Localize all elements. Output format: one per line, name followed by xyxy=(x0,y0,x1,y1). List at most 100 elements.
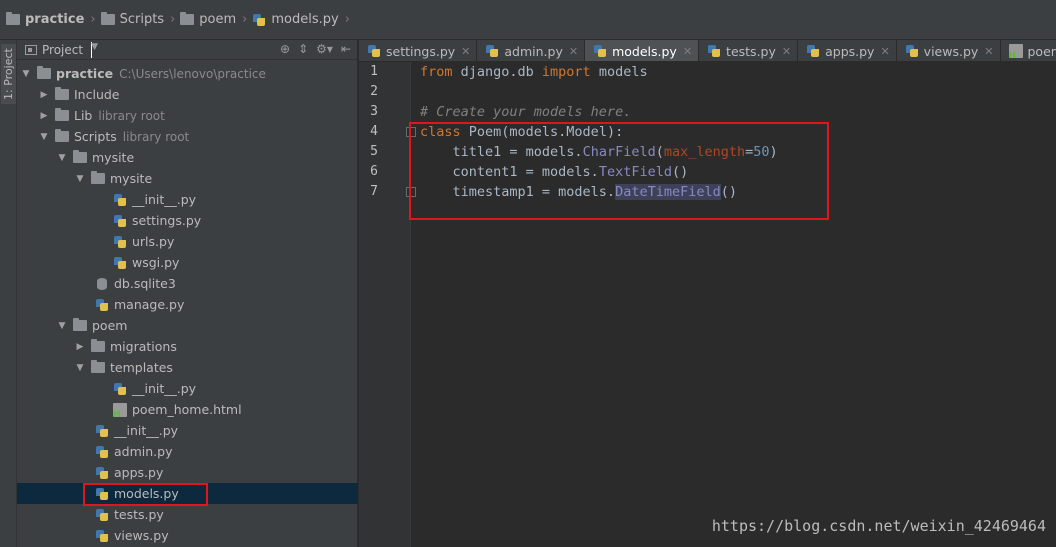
close-icon[interactable]: ✕ xyxy=(569,45,578,58)
python-file-icon xyxy=(95,298,109,312)
expanded-arrow-icon[interactable]: ▼ xyxy=(39,132,49,142)
breadcrumb-models-py[interactable]: models.py xyxy=(252,8,342,32)
python-file-icon xyxy=(367,44,381,58)
tab-tests-py[interactable]: tests.py ✕ xyxy=(699,40,799,61)
code-editor[interactable]: 1 2 3 4 5 6 7 from django.db import mode… xyxy=(359,62,1056,547)
python-file-icon xyxy=(806,44,820,58)
close-icon[interactable]: ✕ xyxy=(880,45,889,58)
package-folder-icon xyxy=(91,171,105,184)
hide-panel-icon[interactable]: ⇤ xyxy=(341,42,351,56)
tab-apps-py[interactable]: apps.py ✕ xyxy=(798,40,897,61)
navigation-breadcrumb: practice › Scripts › poem › models.py › xyxy=(0,0,1056,40)
tree-item-tests-py[interactable]: tests.py xyxy=(17,504,358,525)
project-panel: Project ▼ ⊕ ⇕ ⚙▾ ⇤ ▼ practice C:\Users\l… xyxy=(17,40,358,547)
tree-item-wsgi-py[interactable]: wsgi.py xyxy=(17,252,358,273)
tree-item-scripts[interactable]: ▼ Scripts library root xyxy=(17,126,358,147)
tree-item-templates-init-py[interactable]: __init__.py xyxy=(17,378,358,399)
tree-item-poem-init-py[interactable]: __init__.py xyxy=(17,420,358,441)
folder-icon xyxy=(37,66,51,79)
line-number: 4 xyxy=(370,124,378,139)
code-line-3: # Create your models here. xyxy=(420,104,632,120)
expanded-arrow-icon[interactable]: ▼ xyxy=(21,69,31,79)
tab-models-py[interactable]: models.py ✕ xyxy=(585,40,700,61)
tree-highlight-box xyxy=(83,483,208,506)
code-highlight-box xyxy=(409,122,829,220)
python-file-icon xyxy=(95,466,109,480)
tree-item-manage-py[interactable]: manage.py xyxy=(17,294,358,315)
breadcrumb-practice[interactable]: practice xyxy=(6,8,88,32)
collapse-all-icon[interactable]: ⇕ xyxy=(298,42,308,56)
folder-icon xyxy=(6,12,20,25)
tree-item-init-py[interactable]: __init__.py xyxy=(17,189,358,210)
close-icon[interactable]: ✕ xyxy=(461,45,470,58)
expanded-arrow-icon[interactable]: ▼ xyxy=(57,321,67,331)
left-tool-strip: 1: Project xyxy=(0,40,17,547)
collapsed-arrow-icon[interactable]: ▶ xyxy=(75,342,85,352)
tab-poem-home-html[interactable]: poem_hor xyxy=(1001,40,1056,61)
tree-item-include[interactable]: ▶ Include xyxy=(17,84,358,105)
project-panel-header: Project ▼ ⊕ ⇕ ⚙▾ ⇤ xyxy=(17,40,357,60)
tab-views-py[interactable]: views.py ✕ xyxy=(897,40,1001,61)
expanded-arrow-icon[interactable]: ▼ xyxy=(57,153,67,163)
html-file-icon xyxy=(113,402,127,420)
tree-item-mysite[interactable]: ▼ mysite xyxy=(17,147,358,168)
python-file-icon xyxy=(113,193,127,207)
python-file-icon xyxy=(593,44,607,58)
line-number: 2 xyxy=(370,84,378,99)
python-file-icon xyxy=(95,424,109,438)
scroll-from-source-icon[interactable]: ⊕ xyxy=(280,42,290,56)
tree-item-apps-py[interactable]: apps.py xyxy=(17,462,358,483)
chevron-down-icon[interactable]: ▼ xyxy=(91,41,98,58)
line-number: 1 xyxy=(370,64,378,79)
breadcrumb-scripts[interactable]: Scripts xyxy=(100,8,168,32)
tree-item-migrations[interactable]: ▶ migrations xyxy=(17,336,358,357)
code-line-1: from django.db import models xyxy=(420,64,648,80)
tree-item-admin-py[interactable]: admin.py xyxy=(17,441,358,462)
package-folder-icon xyxy=(91,360,105,373)
gear-icon[interactable]: ⚙▾ xyxy=(316,42,333,56)
package-folder-icon xyxy=(91,339,105,352)
tree-item-lib[interactable]: ▶ Lib library root xyxy=(17,105,358,126)
folder-icon xyxy=(73,150,87,163)
project-tree: ▼ practice C:\Users\lenovo\practice ▶ In… xyxy=(17,63,358,546)
expanded-arrow-icon[interactable]: ▼ xyxy=(75,174,85,184)
breadcrumb-separator: › xyxy=(170,12,176,27)
close-icon[interactable]: ✕ xyxy=(683,45,692,58)
tree-item-mysite-inner[interactable]: ▼ mysite xyxy=(17,168,358,189)
breadcrumb-separator: › xyxy=(90,12,96,27)
project-header-tools: ⊕ ⇕ ⚙▾ ⇤ xyxy=(280,42,351,56)
folder-icon xyxy=(100,12,115,25)
tree-item-poem-home-html[interactable]: poem_home.html xyxy=(17,399,358,420)
python-file-icon xyxy=(905,44,919,58)
tree-item-settings-py[interactable]: settings.py xyxy=(17,210,358,231)
breadcrumb-poem[interactable]: poem xyxy=(180,8,240,32)
tree-item-urls-py[interactable]: urls.py xyxy=(17,231,358,252)
python-file-icon xyxy=(95,508,109,522)
tree-item-db-sqlite3[interactable]: db.sqlite3 xyxy=(17,273,358,294)
package-folder-icon xyxy=(73,318,87,331)
html-file-icon xyxy=(1008,44,1023,61)
close-icon[interactable]: ✕ xyxy=(984,45,993,58)
python-file-icon xyxy=(113,382,127,396)
python-file-icon xyxy=(252,13,266,27)
breadcrumb-separator: › xyxy=(344,12,350,27)
tree-item-practice[interactable]: ▼ practice C:\Users\lenovo\practice xyxy=(17,63,358,84)
tree-item-views-py[interactable]: views.py xyxy=(17,525,358,546)
editor-tab-bar: settings.py ✕ admin.py ✕ models.py ✕ tes… xyxy=(359,40,1056,62)
tab-settings-py[interactable]: settings.py ✕ xyxy=(359,40,478,61)
line-number: 3 xyxy=(370,104,378,119)
library-folder-icon xyxy=(55,129,69,142)
collapsed-arrow-icon[interactable]: ▶ xyxy=(39,111,49,121)
python-file-icon xyxy=(113,214,127,228)
tab-admin-py[interactable]: admin.py ✕ xyxy=(477,40,586,61)
project-view-selector[interactable]: Project xyxy=(42,43,83,57)
close-icon[interactable]: ✕ xyxy=(782,45,791,58)
project-view-icon xyxy=(25,44,37,55)
python-file-icon xyxy=(95,529,109,543)
expanded-arrow-icon[interactable]: ▼ xyxy=(75,363,85,373)
folder-icon xyxy=(180,12,195,25)
collapsed-arrow-icon[interactable]: ▶ xyxy=(39,90,49,100)
tree-item-poem[interactable]: ▼ poem xyxy=(17,315,358,336)
project-tool-window-button[interactable]: 1: Project xyxy=(1,44,16,104)
tree-item-templates[interactable]: ▼ templates xyxy=(17,357,358,378)
